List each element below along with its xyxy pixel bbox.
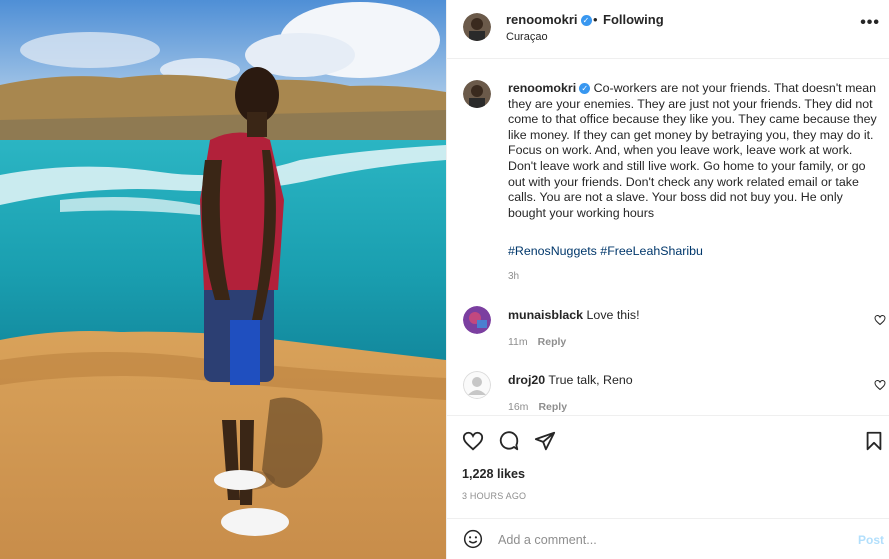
post-photo[interactable] [0,0,446,559]
author-avatar[interactable] [463,13,491,41]
commenter-username[interactable]: droj20 [508,373,545,387]
comment-like-icon[interactable] [874,314,886,326]
post-details-panel: renoomokri ✓ • Following Curaçao ••• reno… [446,0,889,559]
commenter-username[interactable]: munaisblack [508,308,583,322]
comment-text: droj20 True talk, Reno [508,373,633,387]
share-icon[interactable] [534,430,556,452]
comment-body: True talk, Reno [548,373,633,387]
verified-badge-icon: ✓ [580,15,592,27]
comment-meta: 11m Reply [508,336,566,348]
add-comment-bar: Post [447,518,889,559]
reply-button[interactable]: Reply [538,401,567,413]
commenter-avatar[interactable] [463,306,491,334]
more-options-icon[interactable]: ••• [860,14,880,32]
post-timestamp[interactable]: 3 HOURS AGO [462,491,526,501]
post-comment-button[interactable]: Post [858,533,884,547]
separator-dot: • [593,12,598,27]
caption-author-avatar[interactable] [463,80,491,108]
comment-text: munaisblack Love this! [508,308,640,322]
caption-text: Co-workers are not your friends. That do… [508,81,877,220]
add-comment-input[interactable] [498,530,828,550]
following-button[interactable]: Following [603,12,664,27]
comment-icon[interactable] [498,430,520,452]
comment-like-icon[interactable] [874,379,886,391]
comment-time[interactable]: 11m [508,336,528,348]
comment-body: Love this! [586,308,640,322]
verified-badge-icon: ✓ [579,83,591,95]
comment-item: munaisblack Love this! 11m Reply [447,306,889,360]
heart-icon[interactable] [462,430,484,452]
author-username[interactable]: renoomokri ✓ [506,12,592,27]
bookmark-icon[interactable] [863,430,885,452]
post-actions-section: 1,228 likes 3 HOURS AGO Post [447,415,889,559]
caption-username[interactable]: renoomokri [508,81,576,95]
comment-time[interactable]: 16m [508,401,528,413]
caption-hashtags[interactable]: #RenosNuggets #FreeLeahSharibu [508,244,703,258]
likes-count[interactable]: 1,228 likes [462,467,525,481]
caption-text-block: renoomokri ✓ Co-workers are not your frie… [508,81,883,221]
post-location[interactable]: Curaçao [506,31,548,43]
commenter-avatar[interactable] [463,371,491,399]
reply-button[interactable]: Reply [538,336,567,348]
photo-image [0,0,446,559]
emoji-icon[interactable] [463,529,483,549]
caption-time[interactable]: 3h [508,271,519,282]
post-header: renoomokri ✓ • Following Curaçao ••• [447,0,889,59]
comment-meta: 16m Reply [508,401,567,413]
author-username-text[interactable]: renoomokri [506,12,578,27]
